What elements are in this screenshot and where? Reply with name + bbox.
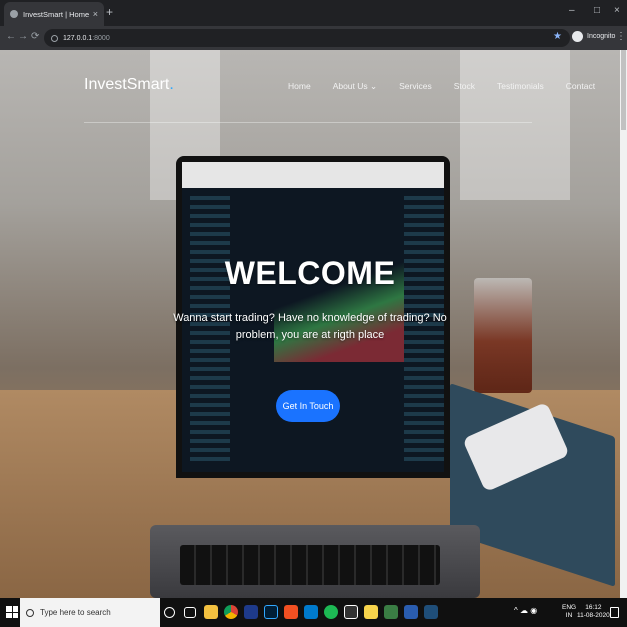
url-port: :8000 [92, 34, 110, 42]
app-icon[interactable] [284, 605, 298, 619]
language-code: ENG [562, 604, 577, 611]
file-explorer-icon[interactable] [204, 605, 218, 619]
nav-testimonials[interactable]: Testimonials [497, 81, 544, 92]
language-indicator[interactable]: ENG IN [562, 604, 576, 620]
maximize-button[interactable]: □ [594, 5, 600, 16]
search-placeholder: Type here to search [40, 608, 111, 617]
windows-start-icon[interactable] [6, 606, 18, 618]
phone-icon[interactable] [384, 605, 398, 619]
incognito-label: Incognito [587, 33, 616, 40]
info-icon[interactable] [51, 34, 58, 42]
main-nav: Home About Us ⌄ Services Stock Testimoni… [288, 81, 617, 92]
browser-tab-bar: InvestSmart | Home × + – □ × [0, 0, 627, 26]
back-button[interactable]: ← [6, 31, 16, 42]
incognito-icon [572, 31, 583, 42]
screen-browser-bar [182, 162, 444, 188]
taskbar-search-box[interactable]: Type here to search [20, 598, 160, 627]
nav-contact[interactable]: Contact [566, 81, 595, 92]
browser-menu-icon[interactable]: ⋮ [616, 31, 626, 42]
page-viewport: InvestSmart. Home About Us ⌄ Services St… [0, 50, 620, 598]
site-logo[interactable]: InvestSmart. [84, 76, 174, 94]
tab-investsmart[interactable]: InvestSmart | Home × [4, 2, 104, 26]
minimize-button[interactable]: – [569, 5, 575, 16]
logo-text: InvestSmart [84, 76, 170, 93]
terminal-icon[interactable] [344, 605, 358, 619]
nav-services[interactable]: Services [399, 81, 432, 92]
sticky-notes-icon[interactable] [364, 605, 378, 619]
close-tab-icon[interactable]: × [93, 9, 98, 19]
header-divider [84, 122, 532, 123]
hero-tagline: Wanna start trading? Have no knowledge o… [173, 312, 447, 341]
spotify-icon[interactable] [324, 605, 338, 619]
logo-dot: . [169, 76, 174, 93]
region-code: IN [565, 612, 573, 619]
incognito-indicator[interactable]: Incognito [572, 31, 615, 42]
hero-glass-image [474, 278, 532, 393]
tab-title: InvestSmart | Home [23, 9, 90, 19]
powershell-icon[interactable] [244, 605, 258, 619]
search-icon [26, 608, 34, 617]
get-in-touch-button[interactable]: Get In Touch [276, 390, 340, 422]
forward-button[interactable]: → [18, 31, 28, 42]
clock[interactable]: 16:12 11-08-2020 [577, 604, 610, 620]
site-header: InvestSmart. Home About Us ⌄ Services St… [0, 50, 620, 123]
taskbar: Type here to search ^ ☁ ◉ ENG IN 16:12 1… [0, 598, 627, 627]
cortana-icon[interactable] [164, 607, 175, 618]
notifications-icon[interactable] [610, 607, 619, 618]
hero-laptop-base [150, 525, 480, 598]
nav-about-us[interactable]: About Us ⌄ [333, 81, 377, 92]
powershell-icon[interactable] [404, 605, 418, 619]
globe-icon [10, 10, 18, 18]
task-view-icon[interactable] [184, 607, 196, 618]
clock-date: 11-08-2020 [577, 612, 610, 619]
scrollbar-thumb[interactable] [621, 50, 626, 130]
chrome-icon[interactable] [224, 605, 238, 619]
nav-stock[interactable]: Stock [454, 81, 475, 92]
clock-time: 16:12 [585, 604, 602, 611]
bookmark-star-icon[interactable]: ★ [553, 31, 562, 42]
close-window-button[interactable]: × [614, 5, 620, 16]
photoshop-icon[interactable] [264, 605, 278, 619]
url-host: 127.0.0.1 [63, 34, 93, 42]
calculator-icon[interactable] [424, 605, 438, 619]
hero-laptop-keyboard [180, 545, 440, 585]
vscode-icon[interactable] [304, 605, 318, 619]
page-scrollbar[interactable] [620, 50, 627, 598]
hero-title: WELCOME [224, 255, 396, 291]
new-tab-button[interactable]: + [106, 5, 113, 19]
tray-icons[interactable]: ^ ☁ ◉ [514, 607, 537, 615]
reload-button[interactable]: ⟳ [31, 31, 39, 42]
nav-home[interactable]: Home [288, 81, 311, 92]
browser-toolbar: ← → ⟳ 127.0.0.1 :8000 ★ Incognito ⋮ [0, 26, 627, 50]
address-bar[interactable]: 127.0.0.1 :8000 ★ [44, 29, 570, 47]
